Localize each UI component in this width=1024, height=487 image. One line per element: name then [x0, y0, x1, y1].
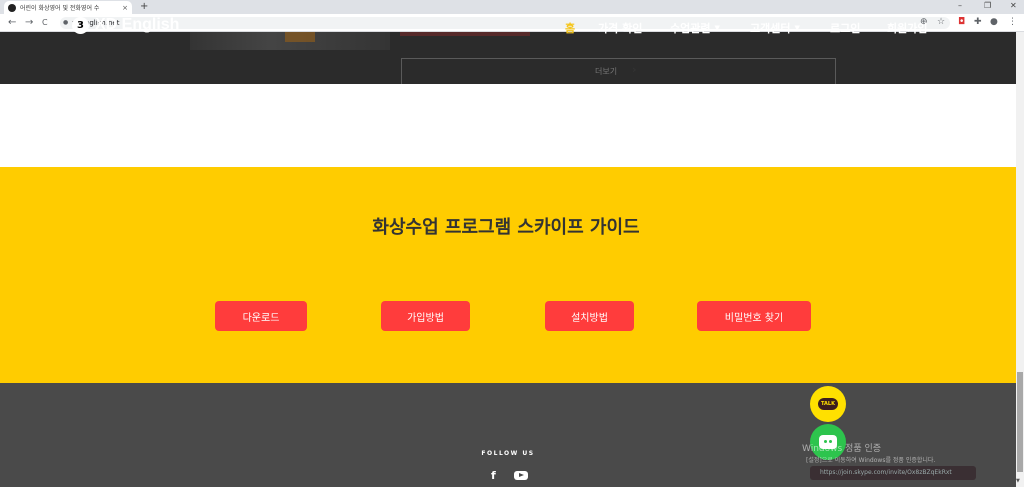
talk-icon: TALK — [818, 398, 838, 410]
logo-icon: 3 — [72, 16, 89, 34]
maximize-button[interactable]: ❐ — [984, 1, 991, 10]
nav-item-signup[interactable]: 회원가입 — [887, 20, 927, 36]
nav-item-login[interactable]: 로그인 — [830, 20, 860, 36]
nav-item-pricing[interactable]: 가격 확인 — [598, 20, 642, 36]
caret-down-icon: ▼ — [714, 24, 720, 32]
tab-title: 어린이 화상영어 및 전화영어 수 — [20, 5, 100, 12]
nav-item-label: 회원가입 — [887, 22, 928, 35]
tab-close-icon[interactable]: × — [122, 4, 128, 12]
nav-item-home[interactable]: 홈 — [565, 20, 575, 36]
scrollbar-thumb[interactable] — [1017, 372, 1023, 472]
kakao-talk-button[interactable]: TALK — [810, 386, 846, 422]
background-image-detail — [285, 32, 315, 42]
background-image-detail — [400, 32, 530, 36]
back-button[interactable]: ← — [8, 17, 16, 28]
install-guide-button[interactable]: 설치방법 — [545, 301, 634, 331]
youtube-icon[interactable] — [514, 471, 528, 480]
windows-activation-title: Windows 정품 인증 — [802, 444, 882, 454]
menu-dots-icon[interactable]: ⋮ — [1008, 17, 1017, 27]
new-tab-button[interactable]: + — [140, 1, 148, 12]
guide-section — [0, 167, 1024, 383]
reload-button[interactable]: C — [42, 18, 48, 27]
nav-item-label: 고객센터 — [750, 22, 791, 35]
nav-item-support[interactable]: 고객센터 ▼ — [750, 20, 800, 36]
puzzle-icon[interactable]: ✚ — [974, 17, 982, 27]
chevron-right-icon: › — [632, 63, 637, 76]
nav-item-classes[interactable]: 수업관련 ▼ — [670, 20, 720, 36]
extension-icon[interactable]: ◘ — [958, 17, 965, 27]
download-button[interactable]: 다운로드 — [215, 301, 307, 331]
lock-icon: ● — [63, 19, 69, 26]
minimize-button[interactable]: – — [958, 1, 962, 10]
more-label: 더보기 — [595, 67, 618, 76]
scroll-down-arrow-icon[interactable]: ▼ — [1016, 478, 1020, 484]
find-password-button[interactable]: 비밀번호 찾기 — [697, 301, 811, 331]
url-field[interactable]: ● xdenglish.net — [60, 17, 950, 29]
caret-down-icon: ▼ — [794, 24, 800, 32]
more-button-outline[interactable] — [401, 58, 836, 86]
close-window-button[interactable]: ✕ — [1010, 1, 1017, 10]
nav-item-label: 가격 확인 — [598, 22, 643, 35]
browser-tab[interactable]: 어린이 화상영어 및 전화영어 수 × — [4, 1, 132, 14]
logo-text: XD English — [95, 16, 180, 33]
forward-button[interactable]: → — [25, 17, 33, 28]
nav-item-label: 홈 — [565, 22, 576, 35]
profile-avatar-icon[interactable]: ● — [990, 17, 998, 27]
bookmark-star-icon[interactable]: ☆ — [937, 17, 945, 27]
section-title: 화상수업 프로그램 스카이프 가이드 — [372, 217, 640, 238]
site-favicon-icon — [8, 3, 16, 12]
content-spacer — [0, 84, 1024, 168]
facebook-icon[interactable]: f — [491, 469, 496, 482]
site-logo[interactable]: 3 XD English — [72, 16, 179, 34]
signup-guide-button[interactable]: 가입방법 — [381, 301, 470, 331]
skype-link[interactable]: https://join.skype.com/invite/Ox8zBZqEkR… — [810, 466, 976, 480]
nav-item-label: 수업관련 — [670, 22, 711, 35]
windows-activation-text: [설정]으로 이동하여 Windows를 정품 인증합니다. — [806, 457, 936, 464]
nav-item-label: 로그인 — [830, 22, 861, 35]
browser-tab-bar: 어린이 화상영어 및 전화영어 수 × + – ❐ ✕ — [0, 0, 1024, 14]
